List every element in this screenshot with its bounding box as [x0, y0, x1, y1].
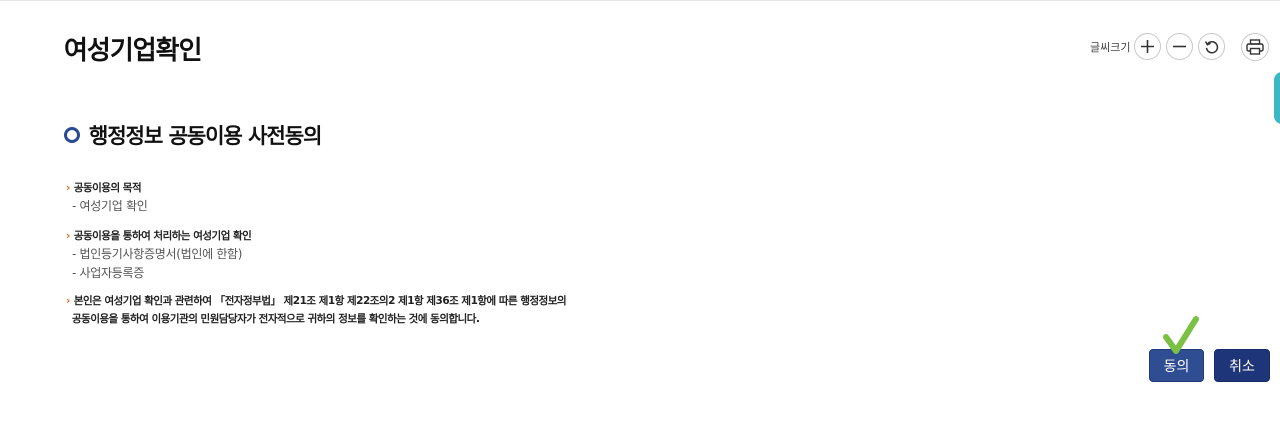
minus-icon [1173, 45, 1187, 48]
font-size-label: 글씨크기 [1090, 40, 1131, 54]
document-item: - 사업자등록증 [72, 266, 144, 280]
chevron-right-icon: › [66, 182, 70, 194]
font-increase-button[interactable] [1134, 33, 1162, 60]
documents-heading: 공동이용을 통하여 처리하는 여성기업 확인 [73, 230, 252, 242]
purpose-heading: 공동이용의 목적 [73, 182, 142, 194]
page-title: 여성기업확인 [64, 36, 203, 66]
consent-line-1: 본인은 여성기업 확인과 관련하여 「전자정부법」 제21조 제1항 제22조의… [73, 295, 567, 307]
font-size-tools: 글씨크기 [1090, 33, 1230, 60]
cancel-button[interactable]: 취소 [1214, 349, 1270, 382]
document-item: - 법인등기사항증명서(법인에 한함) [72, 247, 243, 261]
print-button[interactable] [1241, 33, 1269, 61]
chevron-right-icon: › [66, 295, 70, 307]
refresh-icon [1204, 40, 1219, 54]
purpose-block: › 공동이용의 목적 - 여성기업 확인 [66, 180, 148, 214]
printer-icon [1246, 39, 1264, 55]
consent-line-2: 공동이용을 통하여 이용기관의 민원담당자가 전자적으로 귀하의 정보를 확인하… [72, 313, 480, 325]
plus-icon [1141, 40, 1155, 53]
section-title: 행정정보 공동이용 사전동의 [89, 124, 322, 148]
top-divider [0, 0, 1280, 1]
documents-block: › 공동이용을 통하여 처리하는 여성기업 확인 - 법인등기사항증명서(법인에… [66, 228, 252, 281]
chevron-right-icon: › [66, 230, 70, 242]
section-heading: 행정정보 공동이용 사전동의 [64, 120, 322, 150]
font-decrease-button[interactable] [1166, 33, 1194, 60]
bullet-ring-icon [64, 127, 80, 143]
purpose-item: - 여성기업 확인 [72, 199, 148, 213]
consent-statement: › 본인은 여성기업 확인과 관련하여 「전자정부법」 제21조 제1항 제22… [66, 292, 567, 328]
font-reset-button[interactable] [1198, 33, 1226, 60]
check-mark-icon [1163, 316, 1199, 354]
side-quick-tab[interactable] [1274, 72, 1280, 124]
